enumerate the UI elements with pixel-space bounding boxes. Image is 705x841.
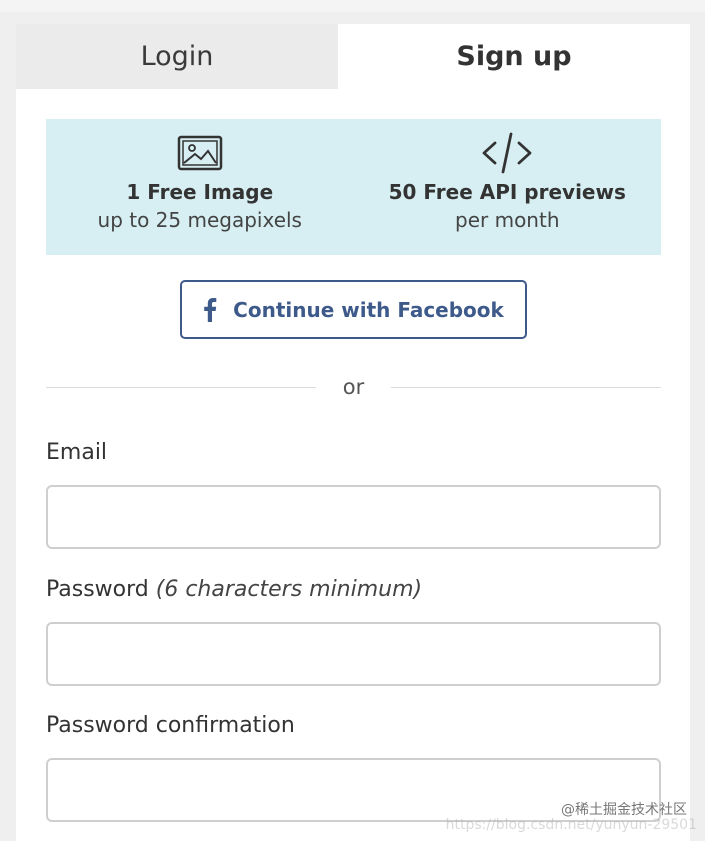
benefit-image-subtitle: up to 25 megapixels [97,208,302,232]
facebook-icon [203,297,217,322]
tab-login[interactable]: Login [16,24,338,89]
benefit-image-title: 1 Free Image [126,180,274,204]
password-label-text: Password [46,577,149,602]
tab-signup[interactable]: Sign up [338,24,690,89]
benefit-api-subtitle: per month [455,208,560,232]
facebook-button-label: Continue with Facebook [233,297,504,322]
benefit-api-title: 50 Free API previews [388,180,626,204]
watermark-text: @稀土掘金技术社区 [561,802,687,818]
benefit-free-image: 1 Free Image up to 25 megapixels [46,119,354,255]
benefit-api-previews: 50 Free API previews per month [354,119,662,255]
auth-card: Login Sign up 1 Free Image up to 25 mega… [16,24,690,841]
password-label: Password (6 characters minimum) [46,577,422,602]
auth-tabs: Login Sign up [16,24,690,89]
password-confirmation-label: Password confirmation [46,713,295,738]
password-hint: (6 characters minimum) [155,577,423,602]
divider-line-right [391,387,661,388]
password-field[interactable] [46,622,661,686]
email-label: Email [46,440,108,465]
email-field[interactable] [46,485,661,549]
page-top-strip [0,0,705,12]
continue-with-facebook-button[interactable]: Continue with Facebook [180,280,527,339]
image-icon [177,133,223,173]
watermark-url: https://blog.csdn.net/yunyun-29501 [445,817,697,833]
code-icon [480,132,534,174]
signup-benefits-banner: 1 Free Image up to 25 megapixels 50 Free… [46,119,661,255]
or-divider: or [46,372,661,402]
